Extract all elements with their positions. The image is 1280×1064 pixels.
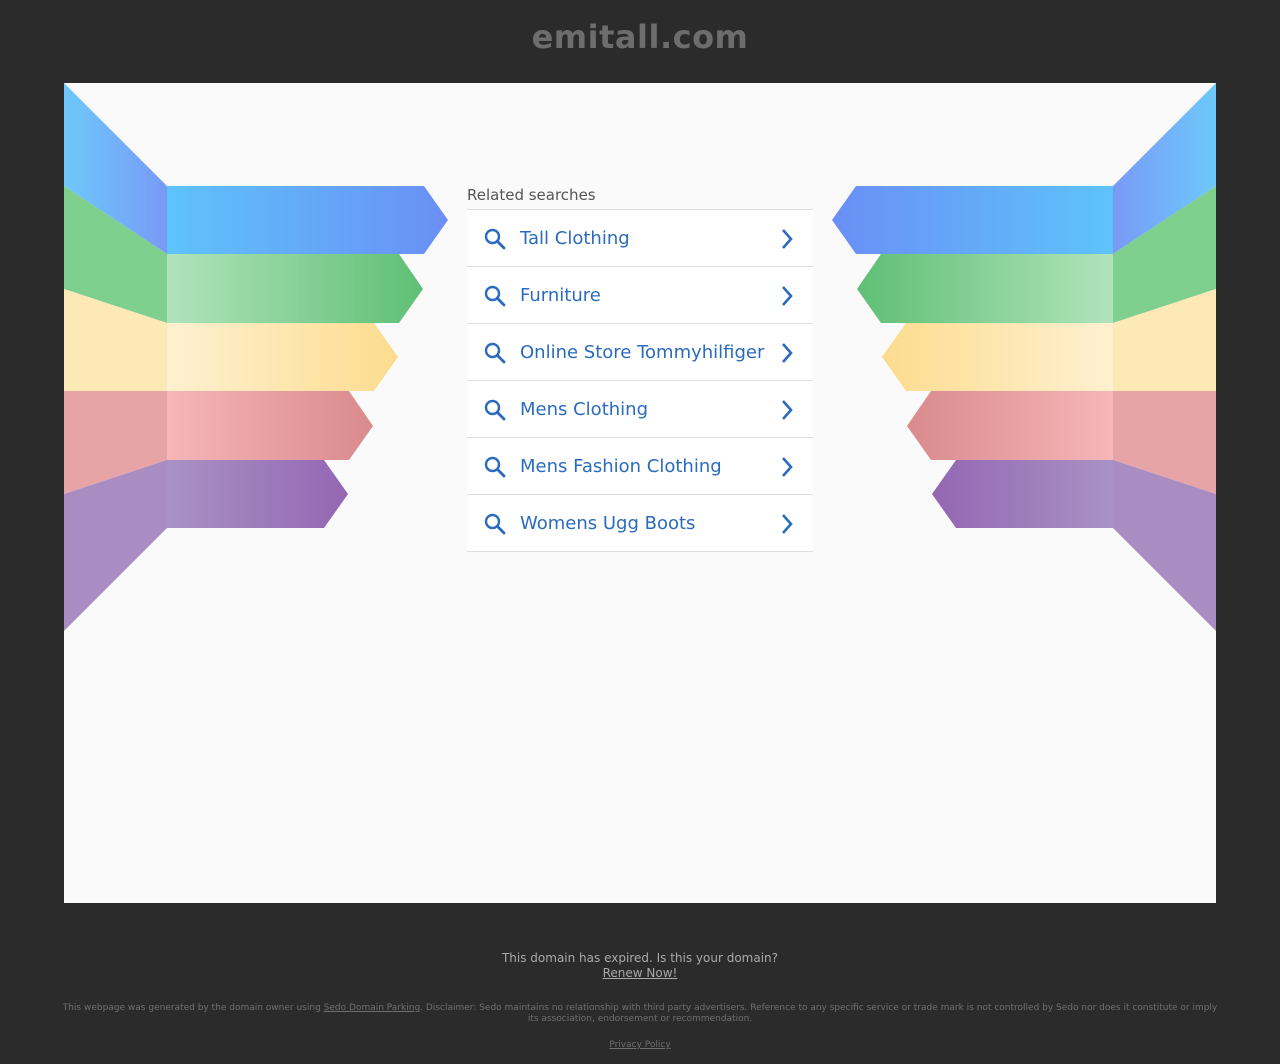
chevron-right-icon [782, 229, 793, 249]
sedo-parking-link[interactable]: Sedo Domain Parking [324, 1003, 420, 1013]
renew-now-link[interactable]: Renew Now! [603, 966, 678, 980]
search-icon [484, 399, 506, 421]
expired-notice: This domain has expired. Is this your do… [501, 951, 779, 965]
related-search-link[interactable]: Womens Ugg Boots [467, 495, 813, 552]
related-search-link[interactable]: Mens Clothing [467, 381, 813, 438]
disclaimer-text: . Disclaimer: Sedo maintains no relation… [420, 1003, 1218, 1024]
related-search-label: Mens Clothing [520, 399, 648, 420]
search-icon [484, 228, 506, 250]
chevron-right-icon [782, 286, 793, 306]
related-search-label: Furniture [520, 285, 601, 306]
disclaimer: This webpage was generated by the domain… [0, 1003, 1280, 1025]
related-search-link[interactable]: Furniture [467, 267, 813, 324]
related-searches-title: Related searches [467, 186, 813, 210]
disclaimer-prefix: This webpage was generated by the domain… [62, 1003, 321, 1013]
search-icon [484, 285, 506, 307]
related-searches: Related searches Tall Clothing Furniture… [467, 186, 813, 552]
chevron-right-icon [782, 514, 793, 534]
search-icon [484, 513, 506, 535]
related-search-link[interactable]: Mens Fashion Clothing [467, 438, 813, 495]
related-searches-list: Tall Clothing Furniture Online Store Tom… [467, 210, 813, 552]
chevron-right-icon [782, 400, 793, 420]
search-icon [484, 342, 506, 364]
privacy-policy-link[interactable]: Privacy Policy [609, 1040, 670, 1050]
domain-title: emitall.com [531, 18, 749, 56]
search-icon [484, 456, 506, 478]
related-search-link[interactable]: Tall Clothing [467, 210, 813, 267]
related-search-label: Mens Fashion Clothing [520, 456, 722, 477]
chevron-right-icon [782, 343, 793, 363]
related-search-label: Online Store Tommyhilfiger [520, 342, 765, 363]
privacy-row: Privacy Policy [0, 1040, 1280, 1050]
content-panel: Related searches Tall Clothing Furniture… [64, 83, 1216, 903]
related-search-label: Tall Clothing [520, 228, 630, 249]
related-search-link[interactable]: Online Store Tommyhilfiger [467, 324, 813, 381]
renew-row: Renew Now! [0, 966, 1280, 980]
chevron-right-icon [782, 457, 793, 477]
related-search-label: Womens Ugg Boots [520, 513, 696, 534]
